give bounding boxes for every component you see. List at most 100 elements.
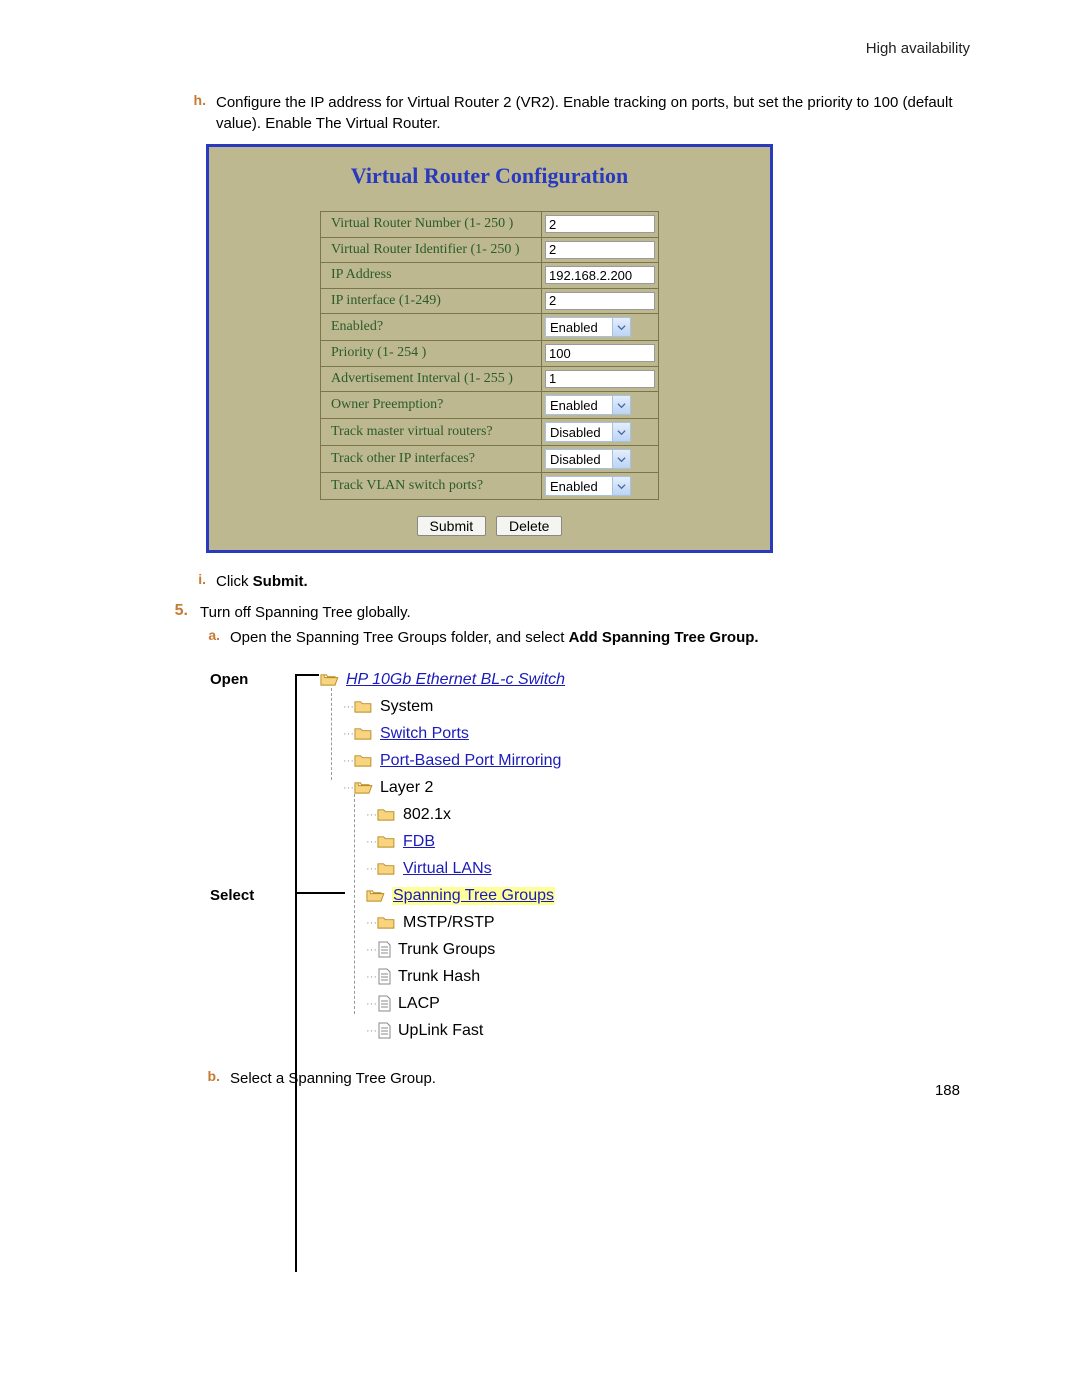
config-select-value: Enabled xyxy=(546,320,612,335)
folder-open-icon xyxy=(354,780,373,795)
step-i-bold: Submit. xyxy=(253,573,308,590)
config-text-input[interactable] xyxy=(545,241,655,259)
step-a-text: Open the Spanning Tree Groups folder, an… xyxy=(230,627,970,648)
config-row-value-cell xyxy=(542,263,659,289)
document-icon xyxy=(377,941,392,958)
tree-guide: ··· xyxy=(366,998,377,1010)
config-row-label: Track VLAN switch ports? xyxy=(321,473,542,500)
tree-leader-select: Select xyxy=(210,887,260,904)
page-header-right: High availability xyxy=(110,40,970,57)
tree-item: Open HP 10Gb Ethernet BL-c Switch xyxy=(210,666,690,693)
config-select-value: Enabled xyxy=(546,479,612,494)
document-icon xyxy=(377,968,392,985)
config-row: Owner Preemption?Enabled xyxy=(321,392,659,419)
config-row-label: Virtual Router Identifier (1- 250 ) xyxy=(321,237,542,263)
config-row-label: Virtual Router Number (1- 250 ) xyxy=(321,212,542,238)
config-row-value-cell: Enabled xyxy=(542,392,659,419)
config-select-value: Disabled xyxy=(546,425,612,440)
step-h-text: Configure the IP address for Virtual Rou… xyxy=(216,92,970,134)
tree-item-label[interactable]: HP 10Gb Ethernet BL-c Switch xyxy=(346,671,565,689)
tree-guide: ··· xyxy=(343,755,354,767)
config-row-value-cell: Disabled xyxy=(542,419,659,446)
nav-tree-screenshot: Open HP 10Gb Ethernet BL-c Switch ···Syste… xyxy=(210,660,690,1050)
config-select[interactable]: Disabled xyxy=(545,449,631,469)
config-row-value-cell: Enabled xyxy=(542,314,659,341)
chevron-down-icon xyxy=(612,450,630,468)
config-row-value-cell xyxy=(542,366,659,392)
step-h: h. Configure the IP address for Virtual … xyxy=(186,92,970,134)
tree-item-label[interactable]: Switch Ports xyxy=(380,725,469,743)
config-row-label: IP interface (1-249) xyxy=(321,288,542,314)
tree-item: ··· UpLink Fast xyxy=(210,1017,690,1044)
config-row: IP Address xyxy=(321,263,659,289)
step-b-text: Select a Spanning Tree Group. xyxy=(230,1068,970,1089)
config-row: Virtual Router Number (1- 250 ) xyxy=(321,212,659,238)
config-text-input[interactable] xyxy=(545,344,655,362)
tree-guide: ··· xyxy=(366,809,377,821)
tree-item-label[interactable]: Spanning Tree Groups xyxy=(392,887,555,905)
config-row: Priority (1- 254 ) xyxy=(321,341,659,367)
config-row-value-cell: Disabled xyxy=(542,446,659,473)
step-i-marker: i. xyxy=(186,571,206,587)
chevron-down-icon xyxy=(612,396,630,414)
config-select-value: Disabled xyxy=(546,452,612,467)
tree-leader-open: Open xyxy=(210,671,260,688)
tree-item-label[interactable]: Virtual LANs xyxy=(403,860,492,878)
step-5-text: Turn off Spanning Tree globally. xyxy=(200,602,970,623)
config-row-value-cell: Enabled xyxy=(542,473,659,500)
folder-icon xyxy=(354,753,373,768)
document-icon xyxy=(377,995,392,1012)
virtual-router-config-panel: Virtual Router Configuration Virtual Rou… xyxy=(206,144,773,553)
config-row: Track other IP interfaces? Disabled xyxy=(321,446,659,473)
tree-item: ···LACP xyxy=(210,990,690,1017)
config-row-label: Owner Preemption? xyxy=(321,392,542,419)
tree-item-label: Trunk Groups xyxy=(398,941,495,959)
tree-item-label: MSTP/RSTP xyxy=(403,914,495,932)
submit-button[interactable]: Submit xyxy=(417,516,487,536)
tree-guide: ··· xyxy=(366,944,377,956)
config-text-input[interactable] xyxy=(545,370,655,388)
config-text-input[interactable] xyxy=(545,292,655,310)
folder-icon xyxy=(354,726,373,741)
chevron-down-icon xyxy=(612,318,630,336)
tree-item-label[interactable]: FDB xyxy=(403,833,435,851)
tree-guide: ··· xyxy=(366,971,377,983)
tree-item-label: Layer 2 xyxy=(380,779,433,797)
tree-guide: ··· xyxy=(343,782,354,794)
tree-guide: ··· xyxy=(366,836,377,848)
config-select[interactable]: Disabled xyxy=(545,422,631,442)
step-a-marker: a. xyxy=(200,627,220,643)
config-row: Advertisement Interval (1- 255 ) xyxy=(321,366,659,392)
config-row-label: IP Address xyxy=(321,263,542,289)
delete-button[interactable]: Delete xyxy=(496,516,562,536)
tree-item: ···System xyxy=(210,693,690,720)
tree-item: ··· FDB xyxy=(210,828,690,855)
tree-item-label: 802.1x xyxy=(403,806,451,824)
step-5-marker: 5. xyxy=(140,602,188,620)
config-text-input[interactable] xyxy=(545,266,655,284)
tree-guide: ··· xyxy=(366,1025,377,1037)
config-row-label: Priority (1- 254 ) xyxy=(321,341,542,367)
tree-item: ··· Switch Ports xyxy=(210,720,690,747)
config-row-label: Track other IP interfaces? xyxy=(321,446,542,473)
tree-item-label: UpLink Fast xyxy=(398,1022,483,1040)
step-a-pre: Open the Spanning Tree Groups folder, an… xyxy=(230,629,569,646)
config-table: Virtual Router Number (1- 250 )Virtual R… xyxy=(320,211,659,500)
config-select[interactable]: Enabled xyxy=(545,476,631,496)
tree-item: ··· Port-Based Port Mirroring xyxy=(210,747,690,774)
tree-item: ··· 802.1x xyxy=(210,801,690,828)
tree-item: ···Virtual LANs xyxy=(210,855,690,882)
config-select[interactable]: Enabled xyxy=(545,395,631,415)
config-row-value-cell xyxy=(542,237,659,263)
folder-icon xyxy=(354,699,373,714)
config-row: IP interface (1-249) xyxy=(321,288,659,314)
config-select[interactable]: Enabled xyxy=(545,317,631,337)
tree-guide: ··· xyxy=(343,728,354,740)
config-row-value-cell xyxy=(542,341,659,367)
config-row-value-cell xyxy=(542,212,659,238)
document-icon xyxy=(377,1022,392,1039)
config-text-input[interactable] xyxy=(545,215,655,233)
folder-open-icon xyxy=(366,888,385,903)
tree-item: Select Spanning Tree Groups xyxy=(210,882,690,909)
tree-item-label[interactable]: Port-Based Port Mirroring xyxy=(380,752,561,770)
